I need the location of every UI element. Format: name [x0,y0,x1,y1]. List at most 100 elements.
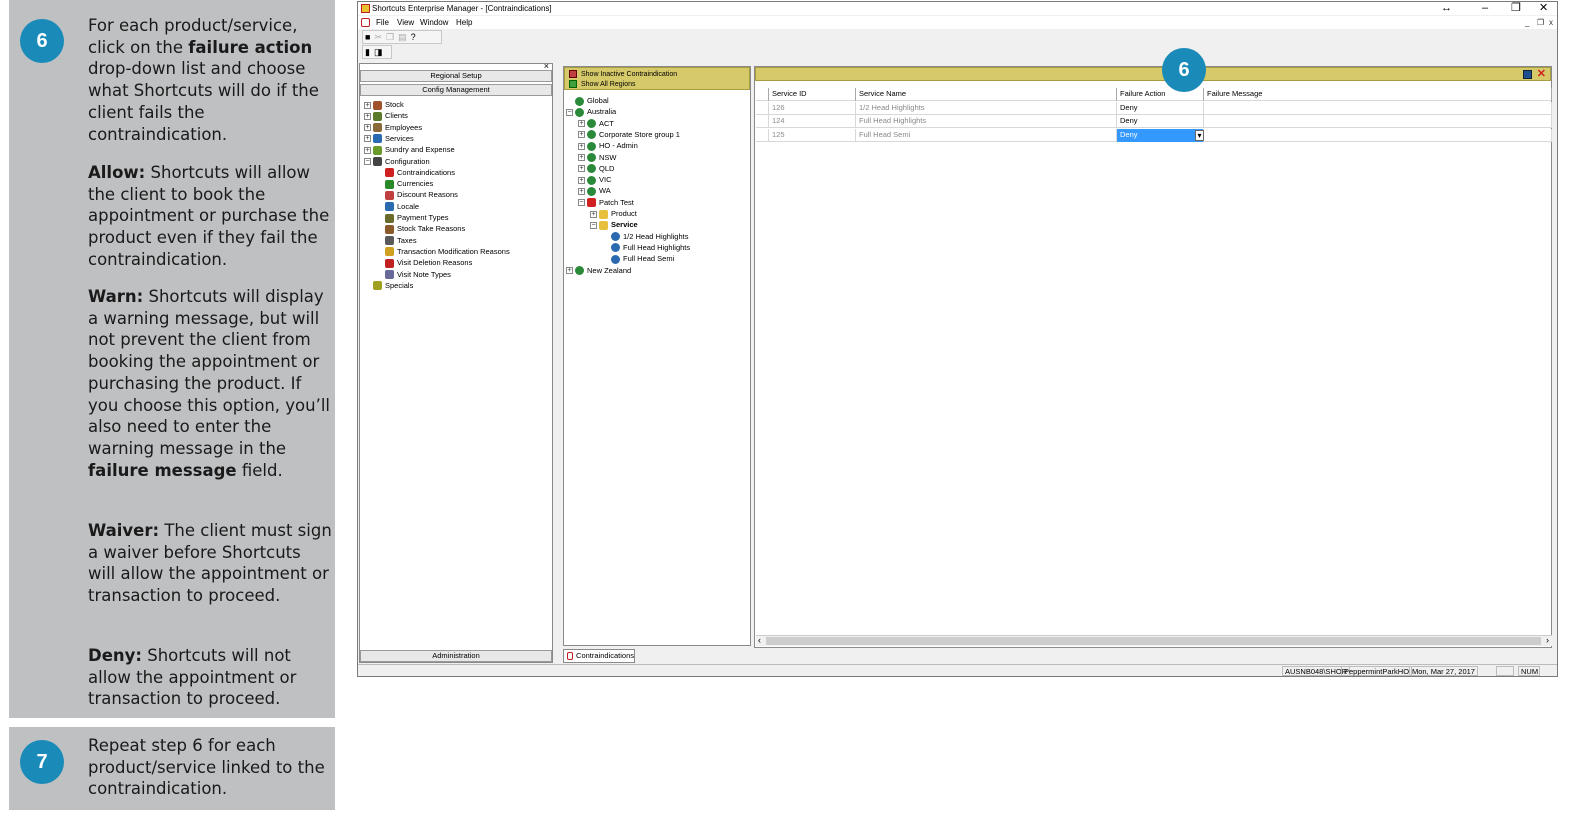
tree-item-specials[interactable]: Specials [364,280,413,291]
table-row[interactable]: 126 1/2 Head Highlights Deny [756,101,1552,115]
tree-item-payment-types[interactable]: Payment Types [385,212,449,223]
expand-icon[interactable] [566,98,573,105]
scroll-right-icon[interactable]: › [1546,635,1549,645]
administration-button[interactable]: Administration [360,650,552,662]
mdi-minimize-button[interactable]: _ [1525,18,1529,27]
expand-icon[interactable]: + [578,120,585,128]
close-button[interactable]: ✕ [1539,2,1548,15]
expand-icon[interactable]: + [364,135,371,143]
collapse-icon[interactable]: − [590,221,597,229]
region-item-product[interactable]: + Product [590,208,637,219]
expand-icon[interactable]: + [364,124,371,132]
region-item-corporate-store-group-1[interactable]: + Corporate Store group 1 [578,129,680,140]
expand-icon[interactable] [364,282,371,289]
region-item-act[interactable]: + ACT [578,118,614,129]
expand-icon[interactable]: + [578,187,585,195]
tree-item-contraindications[interactable]: Contraindications [385,167,455,178]
expand-icon[interactable]: + [578,154,585,162]
failure-action-dropdown[interactable]: Deny [1117,129,1204,143]
expand-icon[interactable] [602,256,609,263]
tree-item-taxes[interactable]: Taxes [385,235,417,246]
horizontal-scrollbar[interactable]: ‹ › [756,635,1552,646]
region-item-qld[interactable]: + QLD [578,163,614,174]
region-item-australia[interactable]: − Australia [566,106,616,117]
database-icon[interactable]: ▮ [365,47,370,57]
save-icon[interactable]: ■ [365,32,370,42]
mdi-restore-button[interactable]: ❐ [1537,18,1544,27]
region-item-wa[interactable]: + WA [578,185,611,196]
delete-icon[interactable]: ✕ [1537,68,1546,81]
column-failure-message[interactable]: Failure Message [1204,88,1552,101]
minimize-button[interactable]: – [1482,2,1488,15]
paste-icon[interactable]: ▤ [398,32,407,42]
row-selector[interactable] [756,115,769,129]
region-item-full-head-semi[interactable]: Full Head Semi [602,253,674,264]
tree-item-visit-note-types[interactable]: Visit Note Types [385,269,451,280]
expand-icon[interactable]: + [578,142,585,150]
menu-help[interactable]: Help [456,18,472,27]
show-inactive-option[interactable]: Show Inactive Contraindication [569,70,677,78]
expand-icon[interactable]: + [364,101,371,109]
expand-icon[interactable]: + [578,165,585,173]
tree-item-stock-take-reasons[interactable]: Stock Take Reasons [385,223,465,234]
expand-icon[interactable]: + [578,131,585,139]
resize-icon[interactable]: ↔ [1441,2,1452,15]
contraindications-tab[interactable]: Contraindications [563,649,635,663]
tree-item-services[interactable]: + Services [364,133,414,144]
expand-icon[interactable]: + [590,210,597,218]
window-icon[interactable]: ◨ [374,47,383,57]
menu-window[interactable]: Window [420,18,448,27]
region-item-patch-test[interactable]: − Patch Test [578,197,634,208]
row-selector[interactable] [756,101,769,115]
menu-file[interactable]: File [376,18,389,27]
config-management-button[interactable]: Config Management [360,84,552,96]
tree-item-currencies[interactable]: Currencies [385,178,433,189]
scroll-thumb[interactable] [766,637,1541,645]
region-item-nsw[interactable]: + NSW [578,152,617,163]
collapse-icon[interactable]: − [578,199,585,207]
mdi-close-button[interactable]: x [1549,18,1553,27]
expand-icon[interactable]: + [566,267,573,275]
tree-item-clients[interactable]: + Clients [364,110,408,121]
region-item-full-head-highlights[interactable]: Full Head Highlights [602,242,690,253]
regional-setup-button[interactable]: Regional Setup [360,70,552,82]
restore-button[interactable]: ❐ [1511,2,1521,15]
copy-icon[interactable]: ❐ [386,32,394,42]
table-row[interactable]: 124 Full Head Highlights Deny [756,115,1552,129]
collapse-icon[interactable]: − [364,158,371,166]
scroll-left-icon[interactable]: ‹ [758,635,761,645]
menu-view[interactable]: View [397,18,414,27]
dropdown-arrow-icon[interactable]: ▾ [1195,130,1204,142]
region-item-service[interactable]: − Service [590,219,638,230]
show-all-regions-option[interactable]: Show All Regions [569,80,635,88]
region-item-new-zealand[interactable]: + New Zealand [566,265,631,276]
failure-message-cell[interactable] [1204,101,1552,115]
tree-item-sundry-and-expense[interactable]: + Sundry and Expense [364,144,455,155]
column-service-id[interactable]: Service ID [769,88,856,101]
tree-item-configuration[interactable]: − Configuration [364,156,430,167]
tree-item-discount-reasons[interactable]: Discount Reasons [385,189,458,200]
failure-action-cell[interactable]: Deny [1117,115,1204,129]
row-selector[interactable] [756,129,769,143]
failure-message-cell[interactable] [1204,129,1552,143]
tree-item-transaction-modification-reasons[interactable]: Transaction Modification Reasons [385,246,510,257]
save-icon[interactable] [1523,70,1532,79]
expand-icon[interactable]: + [364,146,371,154]
tree-item-visit-deletion-reasons[interactable]: Visit Deletion Reasons [385,257,472,268]
region-item-1-2-head-highlights[interactable]: 1/2 Head Highlights [602,231,688,242]
tree-item-employees[interactable]: + Employees [364,122,422,133]
expand-icon[interactable]: + [578,176,585,184]
region-item-ho-admin[interactable]: + HO - Admin [578,140,638,151]
expand-icon[interactable] [602,244,609,251]
cut-icon[interactable]: ✂ [374,32,382,42]
region-item-global[interactable]: Global [566,95,609,106]
region-item-vic[interactable]: + VIC [578,174,612,185]
help-icon[interactable]: ? [411,32,416,42]
tree-item-locale[interactable]: Locale [385,201,419,212]
failure-action-cell[interactable]: Deny [1117,101,1204,115]
failure-message-cell[interactable] [1204,115,1552,129]
expand-icon[interactable]: + [364,112,371,120]
table-row[interactable]: 125 Full Head Semi Deny ▾ [756,129,1552,143]
collapse-icon[interactable]: − [566,108,573,116]
expand-icon[interactable] [602,233,609,240]
